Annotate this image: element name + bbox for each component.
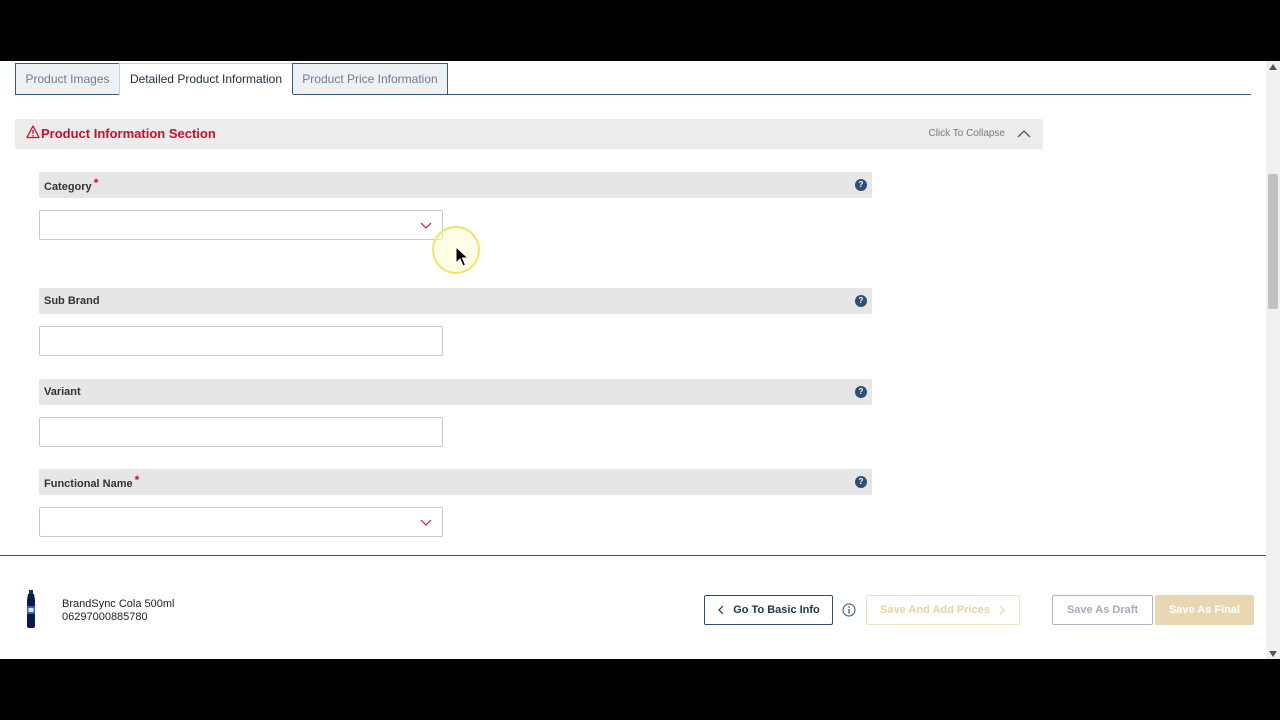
- mouse-cursor-icon: [455, 246, 469, 267]
- functional-name-label: Functional Name: [44, 478, 133, 490]
- help-icon[interactable]: ?: [855, 386, 867, 398]
- save-as-draft-button[interactable]: Save As Draft: [1052, 595, 1153, 625]
- tab-detailed-product-information[interactable]: Detailed Product Information: [119, 63, 293, 95]
- scroll-down-icon[interactable]: [1269, 651, 1277, 657]
- tab-product-price-information[interactable]: Product Price Information: [292, 63, 448, 94]
- go-to-basic-info-button[interactable]: Go To Basic Info: [704, 595, 833, 625]
- field-label-functional-name: Functional Name * ?: [39, 469, 872, 495]
- collapse-label[interactable]: Click To Collapse: [928, 128, 1005, 139]
- chevron-right-icon: [999, 605, 1005, 615]
- product-name: BrandSync Cola 500ml: [62, 598, 175, 610]
- chevron-down-icon: [420, 222, 432, 229]
- help-icon[interactable]: ?: [855, 476, 867, 488]
- help-icon[interactable]: ?: [855, 295, 867, 307]
- tab-product-images[interactable]: Product Images: [15, 63, 120, 94]
- vertical-scrollbar[interactable]: [1266, 61, 1280, 659]
- category-label: Category: [44, 181, 92, 193]
- product-code: 06297000885780: [62, 611, 148, 623]
- category-select[interactable]: [39, 210, 443, 240]
- save-and-add-prices-button[interactable]: Save And Add Prices: [866, 595, 1020, 625]
- variant-input[interactable]: [39, 417, 443, 447]
- page-viewport: Product Images Detailed Product Informat…: [0, 61, 1280, 659]
- scrollbar-thumb[interactable]: [1268, 174, 1278, 309]
- required-marker: *: [134, 473, 140, 487]
- sub-brand-label: Sub Brand: [44, 295, 100, 307]
- scroll-up-icon[interactable]: [1269, 64, 1277, 70]
- field-label-variant: Variant ?: [39, 379, 872, 405]
- sub-brand-input[interactable]: [39, 326, 443, 356]
- field-label-category: Category * ?: [39, 172, 872, 198]
- chevron-up-icon[interactable]: [1017, 127, 1031, 141]
- product-bottle-icon: [27, 590, 35, 628]
- help-icon[interactable]: ?: [855, 179, 867, 191]
- save-as-final-button[interactable]: Save As Final: [1155, 595, 1254, 625]
- field-label-sub-brand: Sub Brand ?: [39, 288, 872, 314]
- chevron-down-icon: [420, 519, 432, 526]
- section-title: Product Information Section: [41, 126, 216, 141]
- chevron-left-icon: [718, 605, 724, 615]
- variant-label: Variant: [44, 386, 81, 398]
- info-icon[interactable]: [842, 603, 856, 617]
- functional-name-select[interactable]: [39, 507, 443, 537]
- tab-bar: Product Images Detailed Product Informat…: [15, 63, 1251, 95]
- warning-icon: [26, 125, 40, 139]
- section-header[interactable]: Product Information Section Click To Col…: [15, 119, 1043, 149]
- required-marker: *: [93, 176, 99, 190]
- footer-bar: BrandSync Cola 500ml 06297000885780 Go T…: [0, 555, 1266, 659]
